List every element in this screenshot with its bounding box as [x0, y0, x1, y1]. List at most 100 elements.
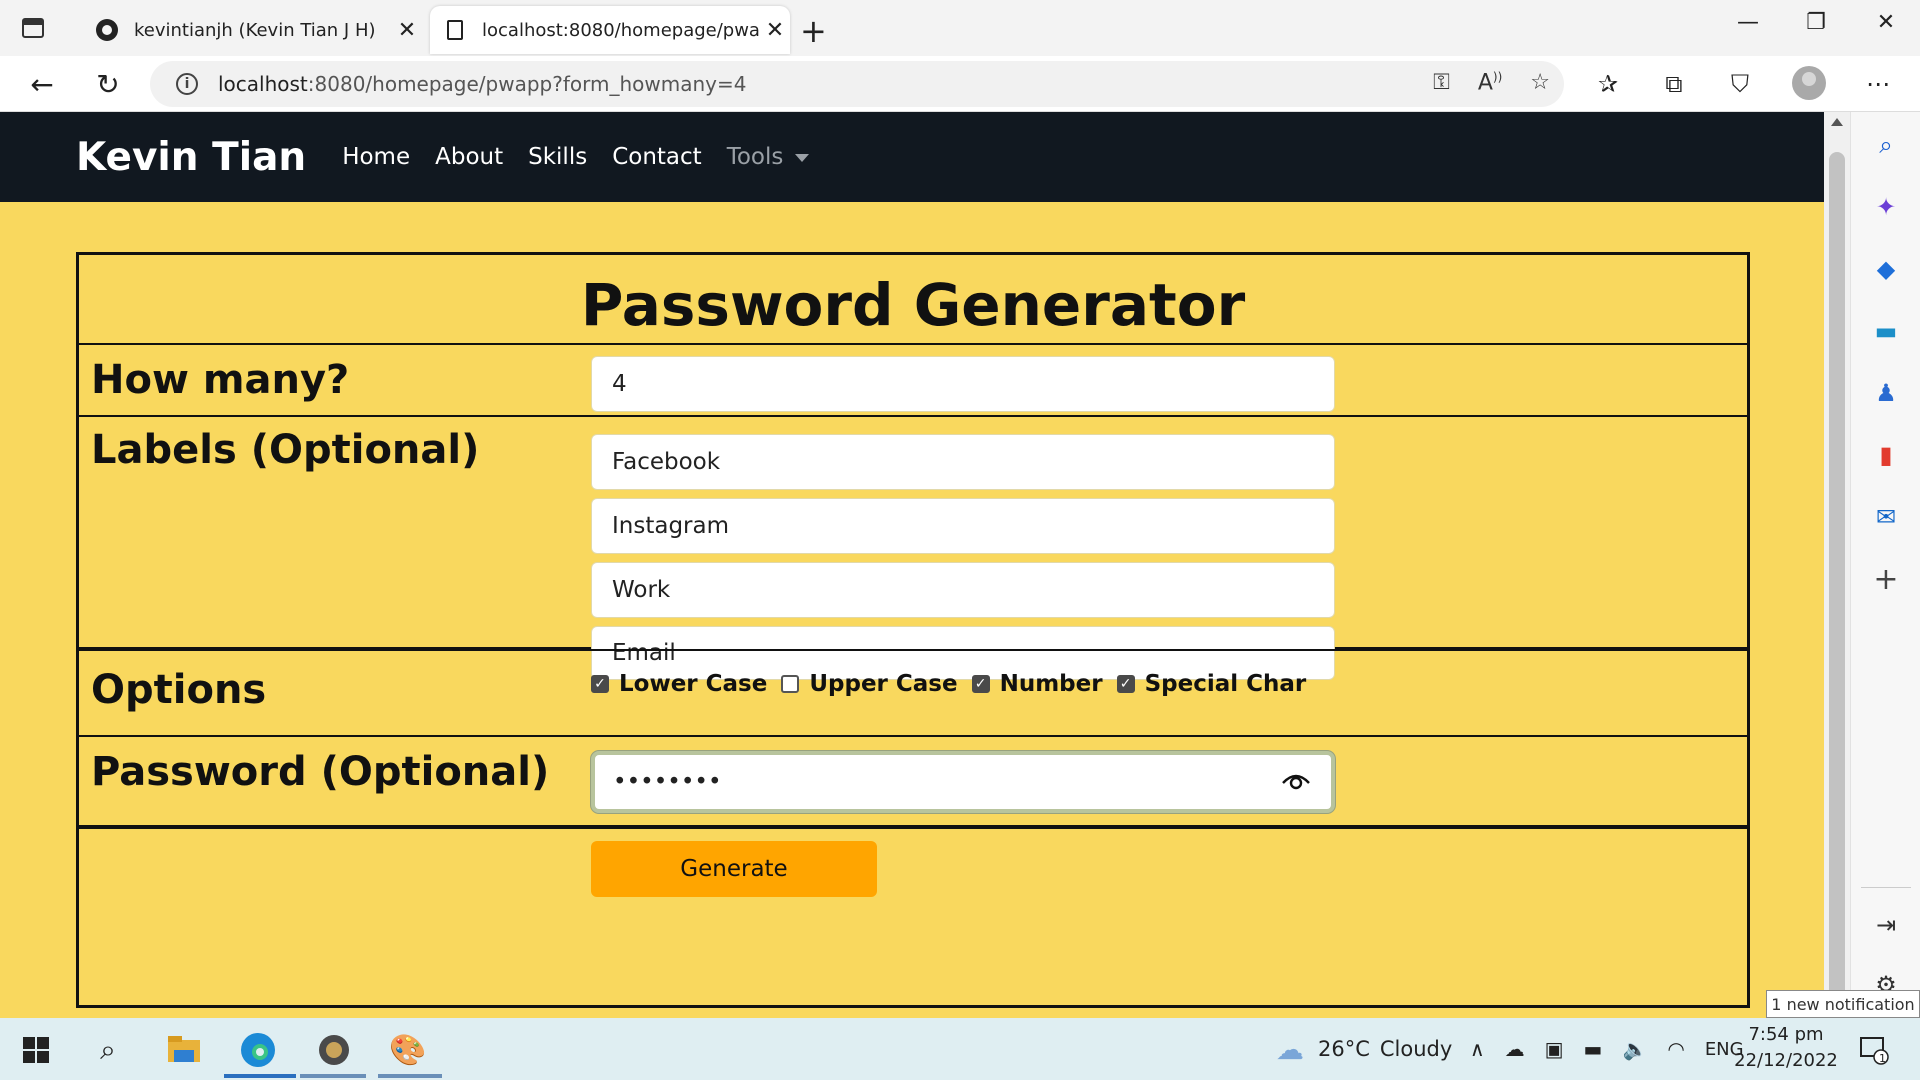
- close-window-icon[interactable]: ✕: [1856, 10, 1916, 35]
- battery-icon[interactable]: ▬: [1584, 1037, 1603, 1061]
- profile-avatar[interactable]: [1792, 66, 1826, 100]
- taskbar-search-icon[interactable]: ⌕: [88, 1030, 128, 1070]
- clock-time: 7:54 pm: [1748, 1024, 1824, 1045]
- label-input-3[interactable]: Work: [591, 562, 1335, 618]
- show-hidden-icons-icon[interactable]: ∧: [1470, 1037, 1485, 1061]
- shopping-tag-icon[interactable]: ◆: [1869, 252, 1903, 286]
- file-explorer-icon[interactable]: [164, 1030, 204, 1070]
- favorites-icon[interactable]: ✰: [1592, 70, 1624, 98]
- active-app-indicator: [224, 1074, 296, 1078]
- office-icon[interactable]: ▮: [1869, 438, 1903, 472]
- clock-date: 22/12/2022: [1734, 1050, 1838, 1071]
- nav-contact[interactable]: Contact: [612, 144, 701, 170]
- notification-center-icon[interactable]: 1: [1854, 1030, 1894, 1070]
- option-number[interactable]: ✓ Number: [971, 671, 1103, 697]
- options-group: ✓ Lower Case Upper Case ✓ Number ✓ Special …: [591, 671, 1320, 697]
- edge-browser-icon[interactable]: [238, 1030, 278, 1070]
- browser-tab-bar: kevintianjh (Kevin Tian J H) ✕ localhost…: [0, 0, 1920, 56]
- options-row: Options ✓ Lower Case Upper Case ✓ Number ✓…: [79, 649, 1747, 737]
- github-icon: [96, 19, 118, 41]
- more-options-icon[interactable]: ⋯: [1862, 70, 1894, 98]
- labels-row: Labels (Optional) Facebook Instagram Wor…: [79, 417, 1747, 680]
- tab-title: kevintianjh (Kevin Tian J H): [134, 19, 376, 41]
- scroll-up-icon[interactable]: [1831, 118, 1843, 126]
- outlook-icon[interactable]: ✉: [1869, 500, 1903, 534]
- password-form: Password Generator How many? 4 Labels (O…: [76, 252, 1750, 1008]
- close-tab-icon[interactable]: ✕: [760, 18, 790, 43]
- options-label: Options: [91, 667, 267, 713]
- option-lower-case[interactable]: ✓ Lower Case: [591, 671, 767, 697]
- page-title: Password Generator: [580, 271, 1246, 339]
- notification-count: 1: [1879, 1052, 1886, 1065]
- weather-widget[interactable]: ☁ 26°C Cloudy: [1276, 1018, 1452, 1080]
- onedrive-icon[interactable]: ☁: [1505, 1037, 1525, 1061]
- checkbox-number[interactable]: ✓: [971, 675, 990, 693]
- page-viewport: Kevin Tian Home About Skills Contact Too…: [0, 112, 1824, 1018]
- display-icon[interactable]: ▣: [1545, 1037, 1564, 1061]
- site-brand[interactable]: Kevin Tian: [76, 135, 306, 180]
- read-aloud-icon[interactable]: A)): [1478, 70, 1502, 95]
- add-favorite-icon[interactable]: ☆: [1530, 70, 1550, 95]
- checkbox-special-char[interactable]: ✓: [1116, 675, 1135, 693]
- hide-sidebar-icon[interactable]: ⇥: [1869, 908, 1903, 942]
- weather-condition: Cloudy: [1379, 1037, 1453, 1061]
- nav-home[interactable]: Home: [342, 144, 410, 170]
- windows-start-icon[interactable]: [16, 1030, 56, 1070]
- password-row: Password (Optional) ••••••••: [79, 737, 1747, 827]
- password-input[interactable]: ••••••••: [591, 751, 1335, 813]
- back-icon[interactable]: ←: [24, 66, 60, 102]
- key-icon[interactable]: ⚿: [1433, 70, 1450, 95]
- caret-down-icon: [795, 153, 810, 162]
- tab-localhost[interactable]: localhost:8080/homepage/pwapp?form_howma…: [430, 6, 790, 54]
- page-icon: [444, 19, 466, 41]
- nav-tools-dropdown[interactable]: Tools: [727, 144, 810, 170]
- nav-about[interactable]: About: [435, 144, 503, 170]
- games-icon[interactable]: ♟: [1869, 376, 1903, 410]
- how-many-row: How many? 4: [79, 345, 1747, 417]
- password-value: ••••••••: [613, 769, 722, 795]
- option-upper-case[interactable]: Upper Case: [781, 671, 958, 697]
- label-input-2[interactable]: Instagram: [591, 498, 1335, 554]
- url-text[interactable]: localhost:8080/homepage/pwapp?form_howma…: [218, 72, 747, 96]
- sparkle-icon[interactable]: ✦: [1869, 190, 1903, 224]
- weather-temp: 26°C: [1318, 1037, 1370, 1061]
- wifi-icon[interactable]: ◠: [1667, 1037, 1684, 1061]
- address-bar[interactable]: i localhost:8080/homepage/pwapp?form_how…: [150, 61, 1564, 107]
- site-info-icon[interactable]: i: [176, 73, 198, 95]
- shield-icon[interactable]: ⛉: [1724, 70, 1756, 98]
- refresh-icon[interactable]: ↻: [90, 66, 126, 102]
- taskbar-clock[interactable]: 7:54 pm 22/12/2022: [1730, 1022, 1842, 1074]
- app-settings-icon[interactable]: [314, 1030, 354, 1070]
- close-tab-icon[interactable]: ✕: [392, 18, 422, 43]
- volume-icon[interactable]: 🔈: [1622, 1037, 1647, 1061]
- address-toolbar: ← ↻ i localhost:8080/homepage/pwapp?form…: [0, 56, 1920, 112]
- minimize-icon[interactable]: —: [1718, 10, 1778, 35]
- show-password-icon[interactable]: [1281, 769, 1311, 793]
- new-tab-icon[interactable]: +: [800, 12, 827, 50]
- cloud-icon: ☁: [1276, 1032, 1304, 1066]
- collections-icon[interactable]: ⧉: [1658, 70, 1690, 98]
- notification-toast[interactable]: 1 new notification: [1766, 990, 1920, 1018]
- page-scrollbar[interactable]: [1824, 112, 1850, 1018]
- nav-skills[interactable]: Skills: [528, 144, 587, 170]
- checkbox-lower-case[interactable]: ✓: [591, 675, 609, 693]
- tab-actions-icon[interactable]: [22, 18, 44, 38]
- paint-icon[interactable]: 🎨: [388, 1030, 428, 1070]
- browser-sidebar: ⌕ ✦ ◆ ▬ ♟ ▮ ✉ + ⇥ ⚙: [1850, 112, 1920, 1018]
- password-label: Password (Optional): [91, 749, 550, 795]
- running-app-indicator: [378, 1074, 442, 1078]
- option-special-char[interactable]: ✓ Special Char: [1116, 671, 1306, 697]
- restore-icon[interactable]: ❐: [1786, 10, 1846, 35]
- checkbox-upper-case[interactable]: [781, 675, 800, 693]
- how-many-input[interactable]: 4: [591, 356, 1335, 412]
- search-icon[interactable]: ⌕: [1869, 128, 1903, 162]
- nav-links: Home About Skills Contact Tools: [342, 144, 810, 170]
- scroll-thumb[interactable]: [1829, 152, 1845, 1018]
- running-app-indicator: [300, 1074, 366, 1078]
- sidebar-divider: [1861, 887, 1911, 888]
- tools-icon[interactable]: ▬: [1869, 314, 1903, 348]
- generate-button[interactable]: Generate: [591, 841, 877, 897]
- label-input-1[interactable]: Facebook: [591, 434, 1335, 490]
- tab-github[interactable]: kevintianjh (Kevin Tian J H) ✕: [82, 6, 422, 54]
- add-sidebar-app-icon[interactable]: +: [1869, 562, 1903, 597]
